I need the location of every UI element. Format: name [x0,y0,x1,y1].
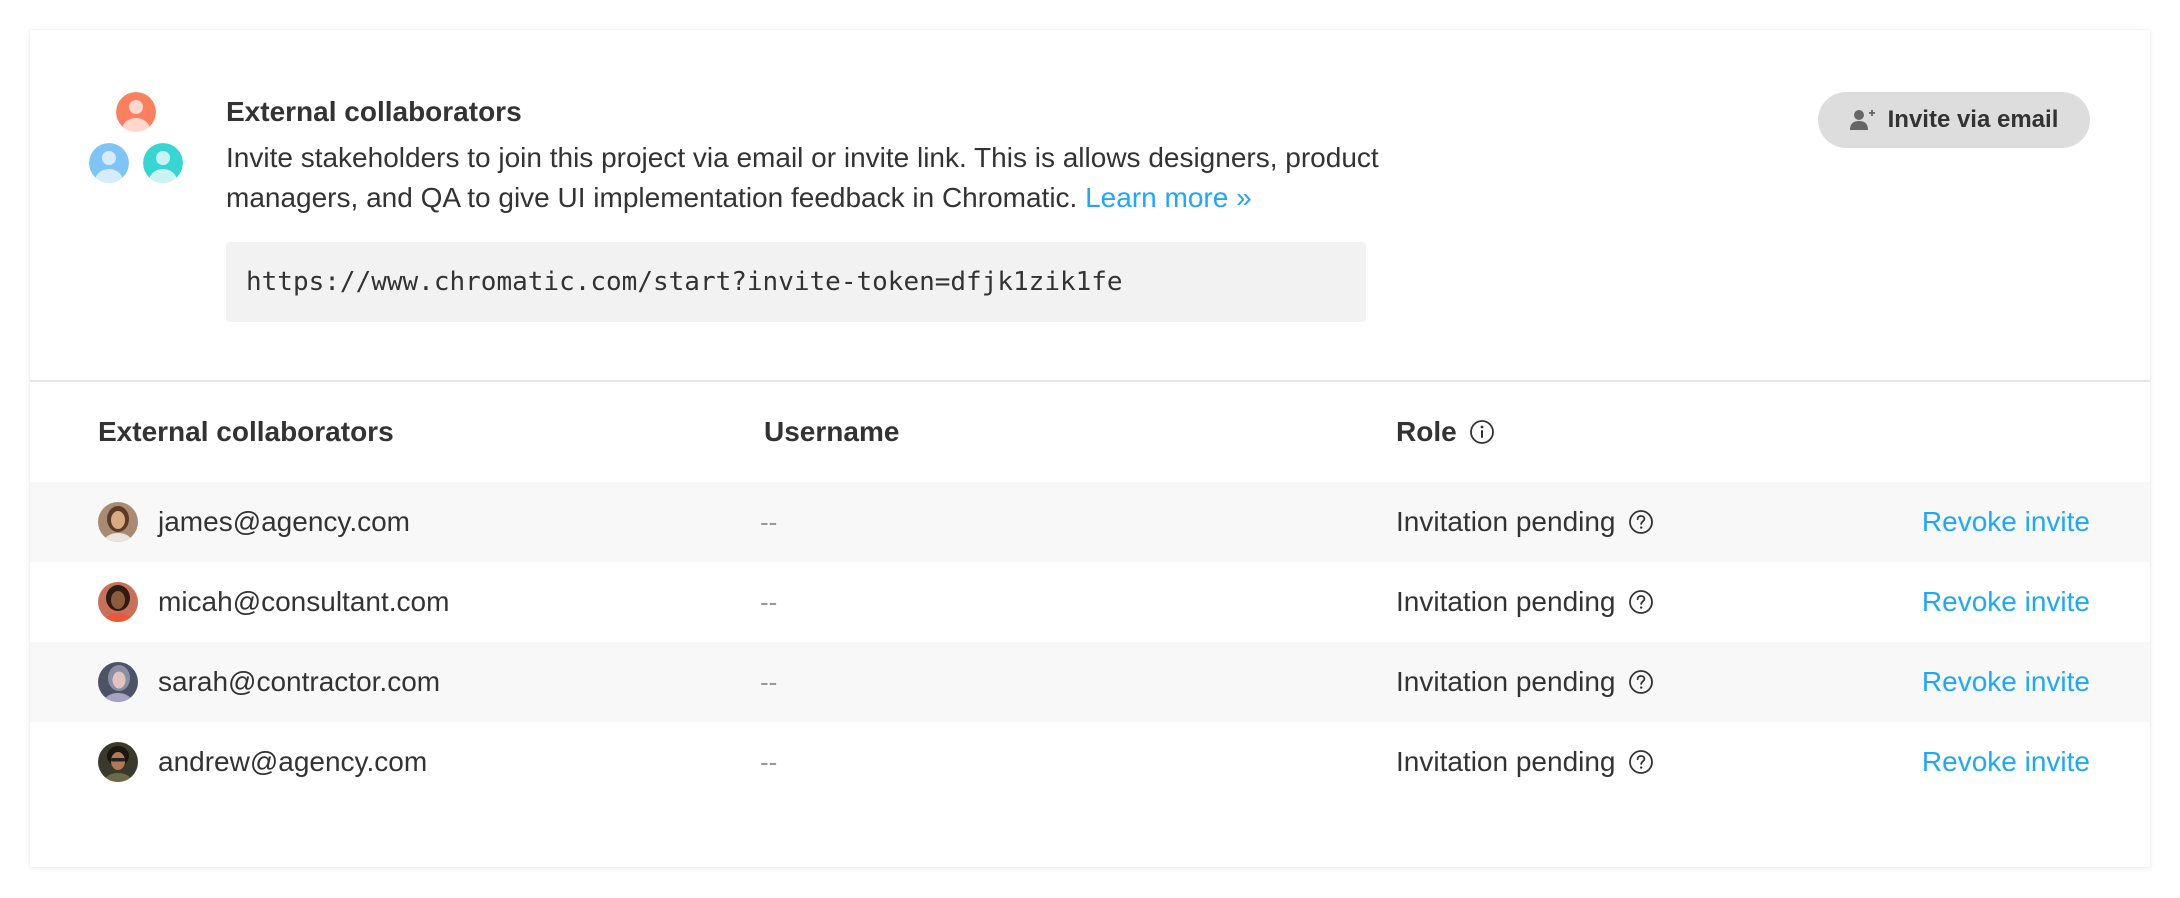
section-title: External collaborators [226,96,522,127]
avatar [98,742,138,782]
collaborators-header: External collaborators Invite stakeholde… [30,30,2150,382]
collaborator-email: andrew@agency.com [158,746,428,777]
role-cell: Invitation pending [1396,722,1654,802]
avatar [98,502,138,542]
table-body: james@agency.com -- Invitation pending R… [30,482,2150,802]
add-user-icon [1849,109,1875,130]
collaborator-cell: sarah@contractor.com [98,642,440,722]
invite-link-text: https://www.chromatic.com/start?invite-t… [246,267,1123,297]
collaborators-table: External collaborators Username Role jam… [30,382,2150,802]
learn-more-link[interactable]: Learn more » [1085,182,1252,213]
username-value: -- [760,506,778,537]
table-header: External collaborators Username Role [30,382,2150,482]
table-row: james@agency.com -- Invitation pending R… [30,482,2150,562]
revoke-invite-link[interactable]: Revoke invite [1922,722,2090,802]
invite-via-email-button[interactable]: Invite via email [1818,92,2090,148]
table-row: sarah@contractor.com -- Invitation pendi… [30,642,2150,722]
help-icon[interactable] [1628,749,1654,775]
role-status: Invitation pending [1396,586,1616,617]
role-cell: Invitation pending [1396,642,1654,722]
collaborator-cell: micah@consultant.com [98,562,449,642]
role-status: Invitation pending [1396,666,1616,697]
column-header-collaborators: External collaborators [98,416,394,447]
info-icon[interactable] [1469,419,1495,445]
collaborator-cell: andrew@agency.com [98,722,427,802]
username-value: -- [760,666,778,697]
avatar [98,582,138,622]
username-value: -- [760,746,778,777]
collaborators-panel: External collaborators Invite stakeholde… [30,30,2150,867]
avatar [98,662,138,702]
revoke-invite-link[interactable]: Revoke invite [1922,562,2090,642]
role-header-label: Role [1396,416,1457,447]
help-icon[interactable] [1628,589,1654,615]
collaborator-email: james@agency.com [158,506,410,537]
table-row: andrew@agency.com -- Invitation pending … [30,722,2150,802]
collaborator-cell: james@agency.com [98,482,410,562]
revoke-invite-link[interactable]: Revoke invite [1922,642,2090,722]
collaborator-email: micah@consultant.com [158,586,450,617]
help-icon[interactable] [1628,669,1654,695]
header-text: External collaborators Invite stakeholde… [226,92,1426,322]
invite-button-label: Invite via email [1887,106,2059,133]
role-status: Invitation pending [1396,746,1616,777]
role-cell: Invitation pending [1396,562,1654,642]
group-users-icon [89,92,183,183]
column-header-username: Username [764,416,900,447]
section-description: Invite stakeholders to join this project… [226,138,1426,218]
column-header-role: Role [1396,412,1495,452]
table-row: micah@consultant.com -- Invitation pendi… [30,562,2150,642]
revoke-invite-link[interactable]: Revoke invite [1922,482,2090,562]
role-status: Invitation pending [1396,506,1616,537]
invite-link-field[interactable]: https://www.chromatic.com/start?invite-t… [226,242,1366,322]
collaborator-email: sarah@contractor.com [158,666,441,697]
role-cell: Invitation pending [1396,482,1654,562]
username-value: -- [760,586,778,617]
help-icon[interactable] [1628,509,1654,535]
